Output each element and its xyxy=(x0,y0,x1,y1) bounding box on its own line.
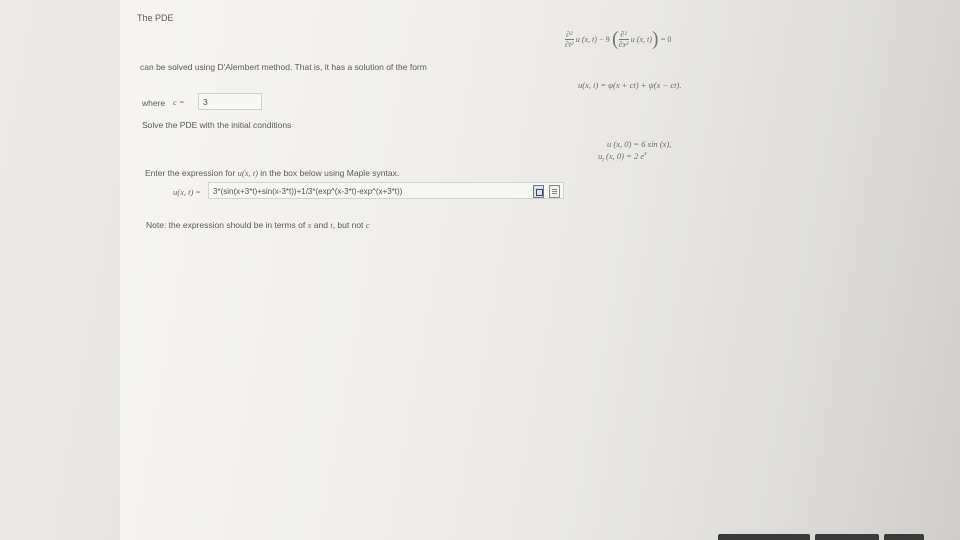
initial-condition-2: ut (x, 0) = 2 ex xyxy=(598,151,647,164)
solve-instruction: Solve the PDE with the initial condition… xyxy=(142,120,292,130)
where-label: where xyxy=(142,98,166,108)
bottom-tab-1[interactable] xyxy=(718,534,810,540)
answer-label: u(x, t) = xyxy=(173,187,202,197)
help-document-icon[interactable] xyxy=(549,185,561,198)
c-label: c = xyxy=(173,97,185,107)
answer-input[interactable]: 3*(sin(x+3*t)+sin(x-3*t))+1/3*(exp^(x-3*… xyxy=(208,182,564,199)
pde-equals: = 0 xyxy=(660,35,672,44)
note-text: Note: the expression should be in terms … xyxy=(146,220,370,230)
pde-coefficient: − 9 xyxy=(599,35,610,44)
paren-close: ) xyxy=(651,28,659,50)
solution-form: u(x, t) = φ(x + ct) + ψ(x − ct). xyxy=(578,80,682,90)
paren-open: ( xyxy=(611,28,619,50)
c-input[interactable]: 3 xyxy=(198,93,262,110)
d2-dt2: ∂² ∂t² xyxy=(565,30,574,49)
question-title: The PDE xyxy=(137,13,174,23)
u-term-1: u (x, t) xyxy=(575,35,597,44)
u-term-2: u (x, t) xyxy=(630,35,652,44)
initial-condition-1: u (x, 0) = 6 sin (x), xyxy=(607,139,672,149)
content-panel xyxy=(120,0,960,540)
bottom-tab-2[interactable] xyxy=(815,534,879,540)
solution-sentence: can be solved using D'Alembert method. T… xyxy=(140,62,427,72)
preview-icon[interactable] xyxy=(533,185,544,198)
pde-equation: ∂² ∂t² u (x, t) − 9 ( ∂² ∂x² u (x, t)) =… xyxy=(565,28,671,51)
d2-dx2: ∂² ∂x² xyxy=(618,30,629,49)
bottom-tab-3[interactable] xyxy=(884,534,924,540)
answer-tools xyxy=(533,185,561,203)
enter-instruction: Enter the expression for u(x, t) in the … xyxy=(145,168,400,178)
